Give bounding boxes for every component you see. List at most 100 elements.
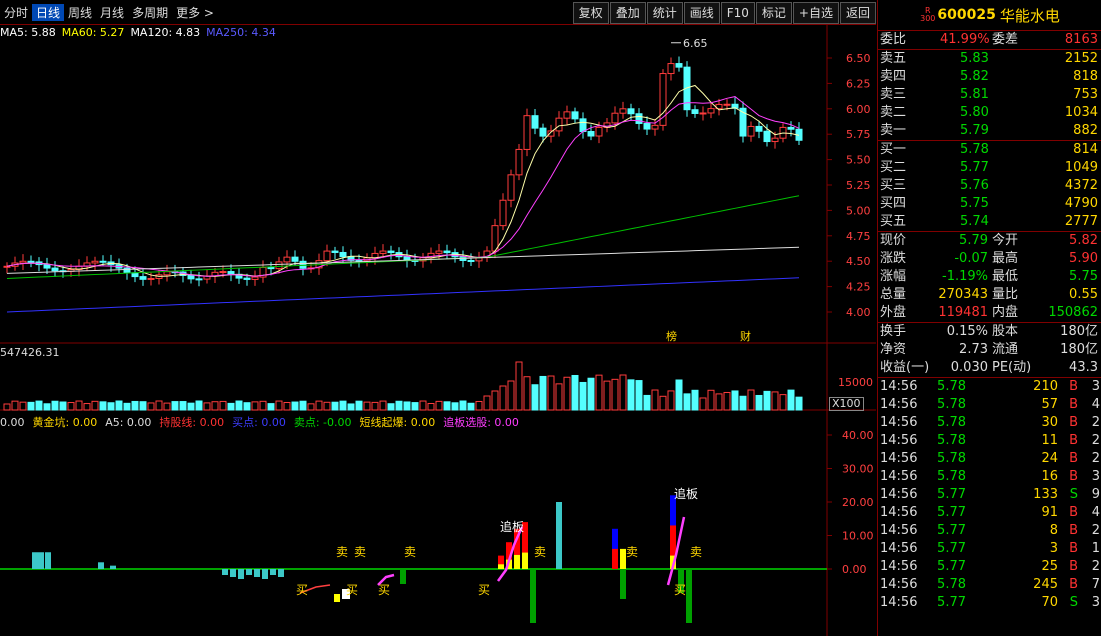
volume-bar xyxy=(107,402,115,411)
period-tab-4[interactable]: 多周期 xyxy=(128,4,172,21)
toolbar-button-7[interactable]: 返回 xyxy=(839,2,876,24)
fundamentals-row: 换手 0.15% 股本 180亿 xyxy=(880,324,1098,339)
list-marker: 榜 xyxy=(666,329,677,343)
candle-body xyxy=(579,118,587,133)
level-volume: 1049 xyxy=(1064,160,1098,175)
volume-bar xyxy=(443,401,451,411)
ask-row[interactable]: 卖三 5.81 753 xyxy=(878,86,1101,104)
level-price: 5.82 xyxy=(960,69,989,84)
volume-bar xyxy=(483,395,491,411)
indicator-legend-item: 0.00 xyxy=(0,416,25,429)
candle-body xyxy=(435,250,443,254)
volume-bar xyxy=(43,403,51,411)
toolbar-button-4[interactable]: F10 xyxy=(720,2,755,24)
volume-bar xyxy=(371,401,379,411)
bid-row[interactable]: 买五 5.74 2777 xyxy=(878,213,1101,231)
indicator-bar xyxy=(222,569,228,575)
toolbar-button-1[interactable]: 叠加 xyxy=(609,2,646,24)
level-label: 买四 xyxy=(880,196,907,211)
price-tick-label: 5.00 xyxy=(846,204,871,217)
volume-bar xyxy=(283,401,291,411)
bid-row[interactable]: 买四 5.75 4790 xyxy=(878,195,1101,213)
candle-body xyxy=(283,256,291,263)
volume-bar xyxy=(587,377,595,411)
volume-bar xyxy=(635,380,643,411)
volume-bar xyxy=(27,401,35,411)
ask-row[interactable]: 卖四 5.82 818 xyxy=(878,68,1101,86)
tick-row: 14:56 5.77 133 S 9 xyxy=(880,487,1100,502)
tick-row: 14:56 5.77 8 B 2 xyxy=(880,523,1100,538)
toolbar-button-3[interactable]: 画线 xyxy=(683,2,720,24)
period-tab-1[interactable]: 日线 xyxy=(32,3,65,21)
ask-row[interactable]: 卖二 5.80 1034 xyxy=(878,104,1101,122)
high-price-marker: 6.65 xyxy=(683,37,708,50)
toolbar-button-6[interactable]: +自选 xyxy=(792,2,839,24)
bid-row[interactable]: 买一 5.78 814 xyxy=(878,141,1101,159)
level-price: 5.77 xyxy=(960,160,989,175)
period-tab-2[interactable]: 周线 xyxy=(64,4,96,21)
period-tab-0[interactable]: 分时 xyxy=(0,4,32,21)
candle-body xyxy=(587,131,595,137)
toolbar-button-5[interactable]: 标记 xyxy=(755,2,792,24)
volume-bar xyxy=(395,400,403,411)
level-label: 买二 xyxy=(880,160,907,175)
volume-bar xyxy=(51,400,59,411)
volume-bar xyxy=(531,384,539,411)
ask-row[interactable]: 卖一 5.79 882 xyxy=(878,122,1101,140)
sell-signal-label: 卖 xyxy=(534,545,546,559)
candle-body xyxy=(227,271,235,275)
indicator-legend-item: 短线起爆: 0.00 xyxy=(359,416,436,429)
indicator-bar xyxy=(498,564,504,569)
level-label: 买一 xyxy=(880,142,907,157)
stats-block: 现价 5.79 今开 5.82 涨跌 -0.07 最高 5.90 涨幅 -1.19% 最低 5.75 总… xyxy=(878,232,1101,323)
stats-row: 涨跌 -0.07 最高 5.90 xyxy=(880,251,1098,266)
level-label: 买五 xyxy=(880,214,907,229)
volume-bar xyxy=(659,395,667,411)
candle-body xyxy=(27,260,35,263)
level-label: 卖五 xyxy=(880,51,907,66)
volume-bar xyxy=(339,400,347,411)
candle-body xyxy=(251,276,259,280)
ask-row[interactable]: 卖五 5.83 2152 xyxy=(878,50,1101,68)
period-toolbar: 分时 日线 周线 月线 多周期 更多 > 复权 叠加 统计 画线 F10 标记 +自选 返回 xyxy=(0,0,876,25)
period-tab-3[interactable]: 月线 xyxy=(96,4,128,21)
volume-bar xyxy=(347,403,355,411)
kline-chart[interactable]: 6.50 6.25 6.00 5.75 5.50 5.25 5.00 4.75 4.50 4.25… xyxy=(0,25,876,636)
volume-bar xyxy=(723,391,731,411)
buy-signal-label: 买 xyxy=(478,583,490,597)
level-volume: 882 xyxy=(1073,123,1098,138)
candle-body xyxy=(747,125,755,137)
volume-bar xyxy=(595,374,603,411)
toolbar-button-2[interactable]: 统计 xyxy=(646,2,683,24)
candle-body xyxy=(531,115,539,129)
volume-bar xyxy=(555,383,563,411)
sell-signal-label: 卖 xyxy=(336,545,348,559)
stock-header: R 300 600025 华能水电 xyxy=(878,0,1101,31)
volume-bar xyxy=(467,402,475,411)
indicator-bar xyxy=(246,569,252,575)
indicator-tick-label: 40.00 xyxy=(842,429,874,442)
volume-bar xyxy=(779,394,787,411)
level-price: 5.80 xyxy=(960,105,989,120)
bid-row[interactable]: 买三 5.76 4372 xyxy=(878,177,1101,195)
indicator-legend-item: 黄金坑: 0.00 xyxy=(32,416,98,429)
ma-legend: MA5: 5.88 MA60: 5.27 MA120: 4.83 MA250: 4.3… xyxy=(0,26,282,39)
volume-bar xyxy=(91,400,99,411)
volume-bar xyxy=(435,400,443,411)
volume-bar xyxy=(163,402,171,411)
level-volume: 1034 xyxy=(1064,105,1098,120)
candle-body xyxy=(611,112,619,124)
tick-list[interactable]: 14:56 5.78 210 B 3 14:56 5.78 57 B 4 14:56 5.78 30 B 2… xyxy=(878,378,1101,612)
volume-bar xyxy=(123,402,131,411)
volume-bar xyxy=(699,397,707,411)
ask-list: 卖五 5.83 2152 卖四 5.82 818 卖三 5.81 753 卖二 5.80 1034 卖一… xyxy=(878,50,1101,141)
toolbar-button-0[interactable]: 复权 xyxy=(572,2,609,24)
bid-row[interactable]: 买二 5.77 1049 xyxy=(878,159,1101,177)
ma-legend-item: MA5: 5.88 xyxy=(0,26,56,39)
volume-bar xyxy=(611,378,619,411)
candle-body xyxy=(91,260,99,264)
candle-body xyxy=(291,256,299,262)
tick-row: 14:56 5.78 11 B 2 xyxy=(880,433,1100,448)
volume-bar xyxy=(787,389,795,411)
period-tab-5[interactable]: 更多 > xyxy=(172,4,218,21)
